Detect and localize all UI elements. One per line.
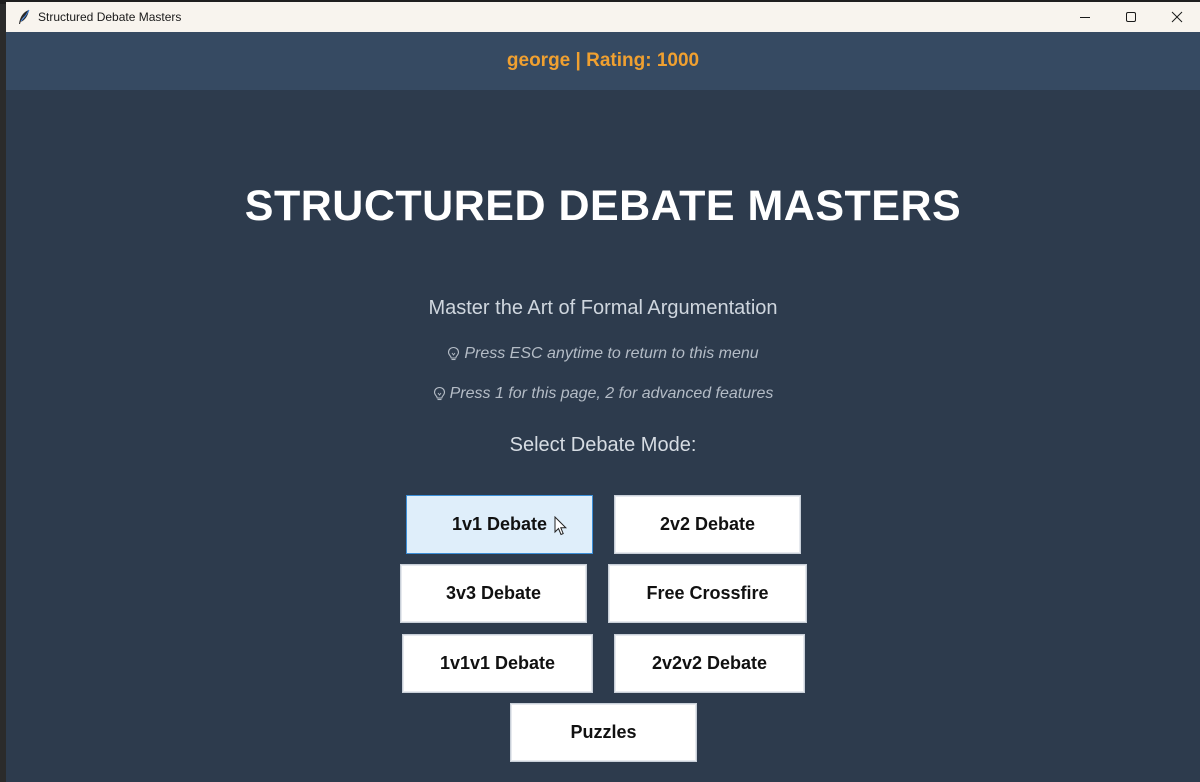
mode-button-label: 1v1v1 Debate [439, 653, 556, 673]
mode-select-label: Select Debate Mode: [509, 434, 697, 456]
mode-button-3v3[interactable]: 3v3 Debate [400, 564, 587, 623]
hint-esc: Press ESC anytime to return to this menu [6, 345, 1200, 363]
mode-button-label: Free Crossfire [646, 583, 769, 603]
minimize-button[interactable] [1062, 2, 1108, 32]
hint-keys-text: Press 1 for this page, 2 for advanced fe… [449, 385, 774, 402]
mode-button-label: 3v3 Debate [445, 583, 542, 603]
mode-button-label: 2v2 Debate [659, 514, 756, 534]
mode-button-label: Puzzles [570, 722, 637, 742]
app-window: Structured Debate Masters george | Ratin… [6, 2, 1200, 782]
lightbulb-icon [447, 346, 460, 362]
minimize-icon [1080, 17, 1090, 18]
title-bar[interactable]: Structured Debate Masters [6, 2, 1200, 32]
window-title: Structured Debate Masters [38, 10, 182, 24]
page-subtitle: Master the Art of Formal Argumentation [428, 297, 778, 319]
mode-button-puzzles[interactable]: Puzzles [510, 703, 697, 762]
hint-esc-text: Press ESC anytime to return to this menu [464, 345, 759, 362]
maximize-button[interactable] [1108, 2, 1154, 32]
mode-button-label: 1v1 Debate [451, 514, 548, 534]
mode-button-label: 2v2v2 Debate [651, 653, 768, 673]
mode-button-2v2[interactable]: 2v2 Debate [614, 495, 801, 554]
user-rating-label: george | Rating: 1000 [506, 50, 700, 71]
page-title: STRUCTURED DEBATE MASTERS [244, 182, 962, 230]
lightbulb-icon [433, 386, 446, 402]
close-icon [1171, 11, 1183, 23]
mode-button-free-crossfire[interactable]: Free Crossfire [608, 564, 807, 623]
mode-button-2v2v2[interactable]: 2v2v2 Debate [614, 634, 805, 693]
feather-icon [16, 9, 32, 25]
hint-keys: Press 1 for this page, 2 for advanced fe… [6, 385, 1200, 403]
close-button[interactable] [1154, 2, 1200, 32]
maximize-icon [1126, 12, 1136, 22]
mode-button-1v1v1[interactable]: 1v1v1 Debate [402, 634, 593, 693]
user-bar: george | Rating: 1000 [6, 32, 1200, 90]
mouse-cursor-icon [554, 516, 568, 536]
